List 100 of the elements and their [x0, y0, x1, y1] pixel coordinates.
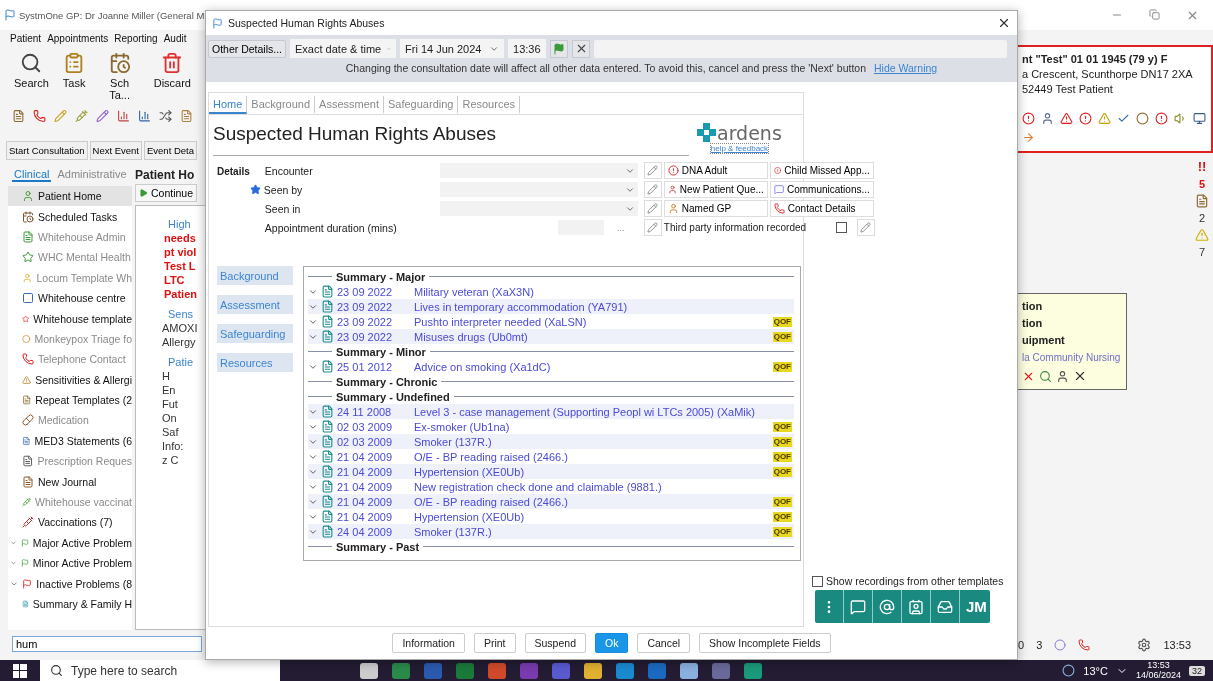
sidebar-item[interactable]: Whitehouse vaccinat: [8, 491, 132, 513]
chart-icon: [138, 109, 151, 123]
notification-count[interactable]: 32: [1189, 665, 1205, 676]
taskbar-app-icon[interactable]: [680, 662, 698, 679]
menu-item[interactable]: Appointments: [47, 32, 109, 44]
continue-button[interactable]: Continue: [135, 184, 197, 202]
edit-button[interactable]: [643, 219, 662, 236]
sidebar-item[interactable]: MED3 Statements (6: [8, 430, 132, 452]
sidebar-item[interactable]: Major Active Problem: [8, 532, 132, 554]
summary-row[interactable]: 21 04 2009 New registration check done and claimable (9881.): [308, 479, 794, 494]
sidebar-item[interactable]: Repeat Templates (2: [8, 389, 132, 411]
sidebar-item[interactable]: Inactive Problems (8: [8, 573, 132, 594]
edit-button[interactable]: [643, 200, 662, 217]
sidebar-item[interactable]: Vaccinations (7): [8, 512, 132, 533]
qof-badge: QOF: [772, 436, 792, 447]
date-dropdown[interactable]: Fri 14 Jun 2024: [400, 39, 505, 58]
sidebar-item[interactable]: Patient Home: [8, 186, 132, 207]
close-icon: [1073, 369, 1087, 383]
action-button[interactable]: DNA Adult: [663, 162, 768, 179]
tab[interactable]: Assessment: [315, 96, 384, 114]
action-button[interactable]: Contact Details: [769, 200, 874, 217]
qof-badge: QOF: [772, 331, 792, 342]
menu-item[interactable]: Reporting: [114, 32, 158, 44]
sidebar-item[interactable]: New Journal: [8, 471, 132, 492]
sidebar-item[interactable]: Sensitivities & Allergi: [8, 369, 132, 390]
sidebar-item[interactable]: Medication: [8, 410, 132, 431]
event-button[interactable]: Next Event: [89, 141, 142, 160]
event-button[interactable]: Event Deta: [144, 141, 197, 160]
tab[interactable]: Resources: [458, 96, 520, 114]
taskbar-app-icon[interactable]: [360, 662, 378, 679]
action-button[interactable]: New Patient Que...: [663, 181, 768, 198]
sidebar-item[interactable]: Minor Active Problem: [8, 553, 132, 574]
dialog-button[interactable]: Print: [473, 633, 516, 653]
summary-row[interactable]: 02 03 2009 Ex-smoker (Ub1na) QOF: [308, 419, 794, 434]
note-link[interactable]: la Community Nursing: [1022, 351, 1123, 364]
edit-button[interactable]: [856, 219, 875, 236]
sidebar-item[interactable]: Monkeypox Triage fo: [8, 328, 132, 350]
summary-row[interactable]: 23 09 2022 Misuses drugs (Ub0mt) QOF: [308, 329, 794, 344]
dropdown-field[interactable]: [439, 201, 638, 216]
date-mode-dropdown[interactable]: Exact date & time: [290, 39, 397, 58]
user-initials-button[interactable]: JM: [960, 590, 993, 623]
search-field[interactable]: hum: [12, 636, 202, 652]
summary-row[interactable]: 24 04 2009 Smoker (137R.) QOF: [308, 524, 794, 539]
taskbar-app-icon[interactable]: [616, 662, 634, 679]
dialog-button[interactable]: Cancel: [637, 633, 691, 653]
action-button[interactable]: Child Missed App...: [769, 162, 874, 179]
taskbar-app-icon[interactable]: [584, 662, 602, 679]
summary-row[interactable]: 23 09 2022 Pushto interpreter needed (XaLSN) QOF: [308, 314, 794, 329]
dialog-button[interactable]: Show Incomplete Fields: [699, 633, 831, 653]
sidebar-item[interactable]: Prescription Reques: [8, 451, 132, 472]
clear-button[interactable]: [572, 39, 591, 58]
checkbox[interactable]: [835, 222, 847, 233]
sidebar-item[interactable]: Locum Template Wh: [8, 267, 132, 288]
tab[interactable]: Clinical: [12, 168, 52, 182]
dialog-button[interactable]: Information: [392, 633, 465, 653]
edit-button[interactable]: [643, 181, 662, 198]
summary-row[interactable]: 25 01 2012 Advice on smoking (Xa1dC) QOF: [308, 359, 794, 374]
summary-row[interactable]: 23 09 2022 Military veteran (XaX3N): [308, 284, 794, 299]
help-link[interactable]: help & feedback: [709, 143, 770, 154]
sidebar-item[interactable]: Telephone Contact: [8, 349, 132, 370]
dropdown-field[interactable]: [439, 182, 638, 197]
sidebar-item[interactable]: Whitehouse Admin: [8, 226, 132, 248]
toolbar-button[interactable]: Discard: [153, 52, 191, 101]
toolbar-button[interactable]: Task: [62, 52, 86, 101]
other-details-button[interactable]: Other Details...: [208, 39, 287, 58]
taskbar-app-icon[interactable]: [744, 662, 762, 679]
summary-row[interactable]: 21 04 2009 O/E - BP reading raised (2466.) QOF: [308, 494, 794, 509]
phone-icon: [22, 353, 34, 366]
summary-row[interactable]: 02 03 2009 Smoker (137R.) QOF: [308, 434, 794, 449]
summary-row[interactable]: 21 04 2009 Hypertension (XE0Ub) QOF: [308, 509, 794, 524]
taskbar-clock[interactable]: 13:53 14/06/2024: [1135, 661, 1181, 680]
toolbar-button[interactable]: Sch Ta...: [99, 52, 140, 101]
summary-row[interactable]: 24 11 2008 Level 3 - case management (Supporting Peopl wi LTCs 2005) (XaMik): [308, 404, 794, 419]
summary-row[interactable]: 21 04 2009 Hypertension (XE0Ub) QOF: [308, 464, 794, 479]
action-button[interactable]: Named GP: [663, 200, 768, 217]
message-icon: [850, 598, 866, 615]
sidebar-item[interactable]: Summary & Family H: [8, 593, 132, 615]
dropdown-field[interactable]: [439, 163, 638, 178]
tab[interactable]: Background: [247, 96, 316, 114]
sidebar-item[interactable]: Whitehouse centre: [8, 287, 132, 309]
sidebar-item[interactable]: Scheduled Tasks: [8, 206, 132, 227]
sidebar-item[interactable]: WHC Mental Health: [8, 247, 132, 268]
summary-row[interactable]: 23 09 2022 Lives in temporary accommodation (YA791): [308, 299, 794, 314]
summary-row[interactable]: 21 04 2009 O/E - BP reading raised (2466.) QOF: [308, 449, 794, 464]
dialog-button[interactable]: Suspend: [524, 633, 586, 653]
action-button[interactable]: Communications...: [769, 181, 874, 198]
summary-line: AMOXI: [161, 322, 199, 334]
checkbox[interactable]: [812, 575, 823, 587]
ellipsis-button[interactable]: ...: [603, 222, 638, 233]
menu-item[interactable]: Audit: [163, 32, 187, 44]
tab[interactable]: Safeguarding: [384, 96, 459, 114]
menu-item[interactable]: Patient: [10, 32, 42, 44]
tab[interactable]: Home: [209, 96, 248, 114]
pencil-icon: [96, 109, 109, 123]
toolbar-button[interactable]: Search: [14, 52, 49, 101]
time-field[interactable]: 13:36: [508, 39, 547, 58]
sidebar-item[interactable]: Whitehouse template: [8, 308, 132, 329]
taskbar-search[interactable]: Type here to search: [40, 660, 280, 681]
event-button[interactable]: Start Consultation: [6, 141, 88, 160]
edit-button[interactable]: [643, 162, 662, 179]
